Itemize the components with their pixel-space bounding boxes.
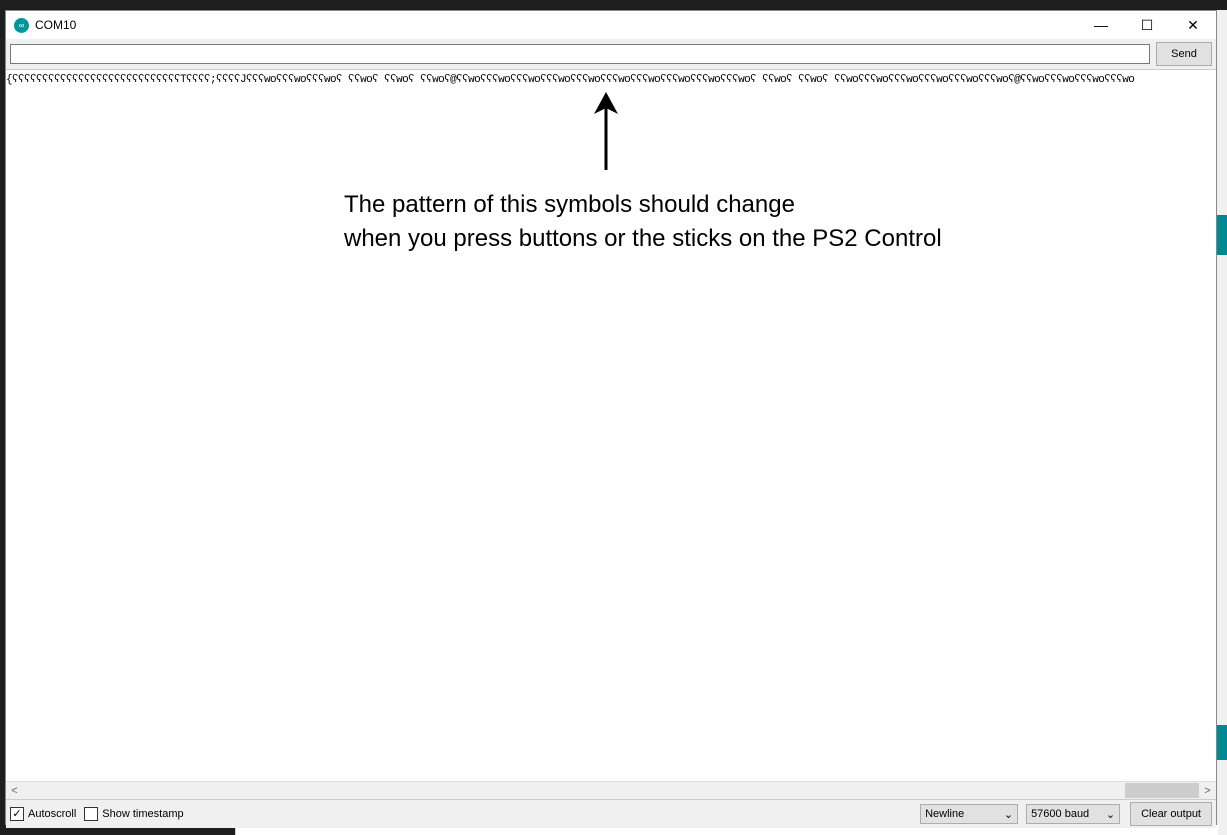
annotation-line-2: when you press buttons or the sticks on … xyxy=(344,225,942,252)
annotation: The pattern of this symbols should chang… xyxy=(344,188,942,256)
autoscroll-checkbox[interactable]: ✓ Autoscroll xyxy=(10,807,76,821)
minimize-icon[interactable]: — xyxy=(1078,11,1124,39)
output-line: {ʕʕʕʕʕʕʕʕʕʕʕʕʕʕʕʕʕʕʕʕʕʕʕʕʕʕʕʕTʕʕʕʕ;ʕʕʕʕJ… xyxy=(6,74,1135,86)
chevron-down-icon: ⌄ xyxy=(1003,808,1014,821)
clear-output-button[interactable]: Clear output xyxy=(1130,802,1212,826)
serial-input[interactable] xyxy=(10,44,1150,64)
timestamp-checkbox[interactable]: Show timestamp xyxy=(84,807,184,821)
send-bar: Send xyxy=(6,39,1216,69)
scrollbar-thumb[interactable] xyxy=(1125,783,1199,798)
autoscroll-label: Autoscroll xyxy=(28,808,77,820)
scroll-left-icon[interactable]: < xyxy=(6,785,23,797)
line-ending-select[interactable]: Newline ⌄ xyxy=(920,804,1019,824)
window-title: COM10 xyxy=(35,18,77,32)
arrow-up-icon xyxy=(594,92,618,170)
maximize-icon[interactable]: ☐ xyxy=(1124,11,1170,39)
arduino-logo-icon: ∞ xyxy=(14,17,29,33)
send-button[interactable]: Send xyxy=(1156,42,1212,66)
background-ide-edge xyxy=(1217,10,1227,835)
serial-output[interactable]: {ʕʕʕʕʕʕʕʕʕʕʕʕʕʕʕʕʕʕʕʕʕʕʕʕʕʕʕʕTʕʕʕʕ;ʕʕʕʕJ… xyxy=(6,69,1216,781)
annotation-line-1: The pattern of this symbols should chang… xyxy=(344,191,795,218)
serial-monitor-window: ∞ COM10 — ☐ ✕ Send {ʕʕʕʕʕʕʕʕʕʕʕʕʕʕʕʕʕʕʕʕ… xyxy=(5,10,1217,828)
title-bar: ∞ COM10 — ☐ ✕ xyxy=(6,11,1216,39)
timestamp-label: Show timestamp xyxy=(102,808,184,820)
chevron-down-icon: ⌄ xyxy=(1105,808,1116,821)
scroll-right-icon[interactable]: > xyxy=(1199,785,1216,797)
close-icon[interactable]: ✕ xyxy=(1170,11,1216,39)
baud-rate-select[interactable]: 57600 baud ⌄ xyxy=(1026,804,1121,824)
checkmark-icon: ✓ xyxy=(10,807,24,821)
horizontal-scrollbar[interactable]: < > xyxy=(6,781,1216,799)
status-bar: ✓ Autoscroll Show timestamp Newline ⌄ 5760… xyxy=(6,799,1216,828)
